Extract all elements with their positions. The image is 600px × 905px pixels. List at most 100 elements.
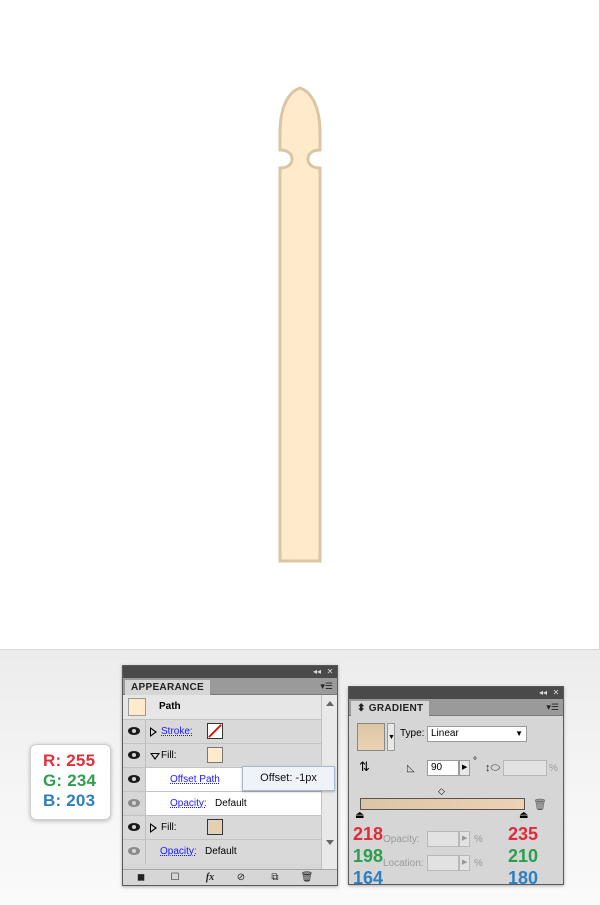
fill2-gradient-swatch[interactable]	[207, 819, 223, 835]
close-icon[interactable]: ✕	[551, 688, 561, 698]
eye-column	[123, 744, 146, 767]
duplicate-icon[interactable]: ⧉	[268, 872, 282, 884]
fill-label: Fill:	[161, 750, 177, 761]
dropdown-arrow-icon: ▼	[388, 734, 395, 741]
angle-icon: ◺	[407, 763, 415, 774]
visibility-eye-icon[interactable]	[128, 799, 140, 807]
expand-triangle-icon[interactable]	[150, 823, 157, 833]
trash-icon[interactable]: 🗑	[300, 872, 314, 884]
right-stop-blue: 180	[508, 868, 539, 888]
angle-stepper[interactable]: ▶	[459, 760, 470, 776]
delete-stop-icon[interactable]: 🗑	[533, 798, 547, 811]
green-value: G: 234	[43, 771, 97, 790]
stroke-row[interactable]: Stroke:	[123, 720, 321, 744]
stepper-arrow-icon: ▶	[462, 764, 468, 771]
fill-row[interactable]: Fill:	[123, 744, 321, 768]
type-select[interactable]: Linear ▼	[427, 726, 527, 742]
collapse-triangle-icon[interactable]	[150, 753, 160, 760]
opacity-link[interactable]: Opacity:	[170, 798, 207, 810]
visibility-eye-icon[interactable]	[128, 727, 140, 735]
new-layer-icon[interactable]: ◼	[134, 872, 148, 884]
red-value: R: 255	[43, 751, 96, 770]
degree-symbol: °	[473, 756, 477, 767]
panel-tabbar: ⬍ GRADIENT ▾☰	[349, 699, 563, 716]
panel-titlebar[interactable]: ◂◂ ✕	[349, 687, 563, 699]
appearance-footer: ◼ ☐ fx ⊘ ⧉ 🗑	[123, 869, 337, 885]
aspect-ratio-input	[503, 760, 547, 776]
type-label: Type:	[400, 728, 425, 739]
scroll-up-icon[interactable]	[326, 701, 334, 706]
stop-location-input	[427, 855, 459, 871]
stroke-label[interactable]: Stroke:	[161, 726, 193, 738]
clear-icon[interactable]: ☐	[168, 872, 182, 884]
opacity-value: Default	[215, 798, 247, 809]
path-title: Path	[159, 701, 181, 712]
left-stop-green: 198	[353, 846, 384, 866]
tab-arrows-icon: ⬍	[357, 703, 366, 714]
left-stop-blue: 164	[353, 868, 384, 888]
fill2-label: Fill:	[161, 822, 177, 833]
percent-symbol: %	[474, 858, 483, 869]
visibility-eye-icon[interactable]	[128, 775, 140, 783]
visibility-eye-icon[interactable]	[128, 751, 140, 759]
path-header-row[interactable]: Path	[123, 695, 321, 720]
collapse-icon[interactable]: ◂◂	[311, 667, 323, 677]
left-stop-red: 218	[353, 824, 384, 844]
location-label: Location:	[383, 858, 424, 869]
right-stop-red: 235	[508, 824, 539, 844]
select-arrow-icon: ▼	[515, 729, 523, 738]
opacity-label: Opacity:	[383, 834, 420, 845]
fill2-row[interactable]: Fill:	[123, 816, 321, 840]
opacity2-link[interactable]: Opacity:	[160, 846, 197, 858]
tab-gradient[interactable]: ⬍ GRADIENT	[351, 701, 430, 716]
gradient-slider[interactable]	[360, 798, 525, 810]
offset-path-link[interactable]: Offset Path	[170, 774, 220, 786]
stepper-arrow-icon: ▶	[462, 859, 468, 866]
no-icon[interactable]: ⊘	[234, 872, 248, 884]
path-thumbnail	[128, 698, 146, 716]
panel-titlebar[interactable]: ◂◂ ✕	[123, 666, 337, 678]
fx-icon[interactable]: fx	[200, 872, 220, 884]
visibility-eye-icon[interactable]	[128, 823, 140, 831]
percent-symbol: %	[474, 834, 483, 845]
opacity-row[interactable]: Opacity: Default	[123, 792, 321, 816]
right-color-stop-icon[interactable]: ⏏	[519, 810, 528, 821]
midpoint-diamond-icon[interactable]: ◇	[438, 787, 445, 796]
opacity2-row[interactable]: Opacity: Default	[123, 840, 321, 864]
angle-input[interactable]: 90	[427, 760, 459, 776]
aspect-ratio-icon: ↕⬭	[485, 762, 500, 774]
eye-column	[123, 816, 146, 839]
close-icon[interactable]: ✕	[325, 667, 335, 677]
eye-column	[123, 792, 146, 815]
opacity-stepper: ▶	[459, 831, 470, 847]
location-stepper: ▶	[459, 855, 470, 871]
opacity2-value: Default	[205, 846, 237, 857]
panel-menu-icon[interactable]: ▾☰	[546, 702, 559, 712]
percent-symbol: %	[549, 763, 558, 774]
right-stop-green: 210	[508, 846, 539, 866]
panel-tabbar: APPEARANCE ▾☰	[123, 678, 337, 695]
reverse-gradient-icon[interactable]: ⇅	[359, 760, 370, 774]
eye-column	[123, 768, 146, 791]
stop-opacity-input	[427, 831, 459, 847]
offset-tooltip: Offset: -1px	[242, 766, 335, 791]
panel-menu-icon[interactable]: ▾☰	[320, 681, 333, 691]
gradient-preview-swatch[interactable]	[357, 723, 385, 751]
scroll-down-icon[interactable]	[326, 840, 334, 845]
artboard	[0, 0, 600, 650]
tab-gradient-label: GRADIENT	[368, 703, 424, 714]
visibility-eye-icon[interactable]	[128, 847, 140, 855]
none-stroke-swatch-icon[interactable]	[207, 723, 223, 739]
expand-triangle-icon[interactable]	[150, 727, 157, 737]
popsicle-stick-shape	[278, 86, 322, 563]
gradient-dropdown-button[interactable]: ▼	[387, 723, 395, 751]
gradient-panel: ◂◂ ✕ ⬍ GRADIENT ▾☰ ▼ Type: Linear ▼ ⇅ ◺ …	[348, 686, 564, 888]
type-value: Linear	[431, 728, 459, 739]
blue-value: B: 203	[43, 791, 96, 810]
gradient-body: ▼ Type: Linear ▼ ⇅ ◺ 90 ▶ ° ↕⬭ % ◇ ⏏ ⏏ 🗑…	[349, 716, 563, 888]
fill-swatch[interactable]	[207, 747, 223, 763]
tab-appearance[interactable]: APPEARANCE	[125, 680, 211, 695]
left-color-stop-icon[interactable]: ⏏	[355, 810, 364, 821]
rgb-color-note: R: 255 G: 234 B: 203	[30, 744, 111, 820]
collapse-icon[interactable]: ◂◂	[537, 688, 549, 698]
